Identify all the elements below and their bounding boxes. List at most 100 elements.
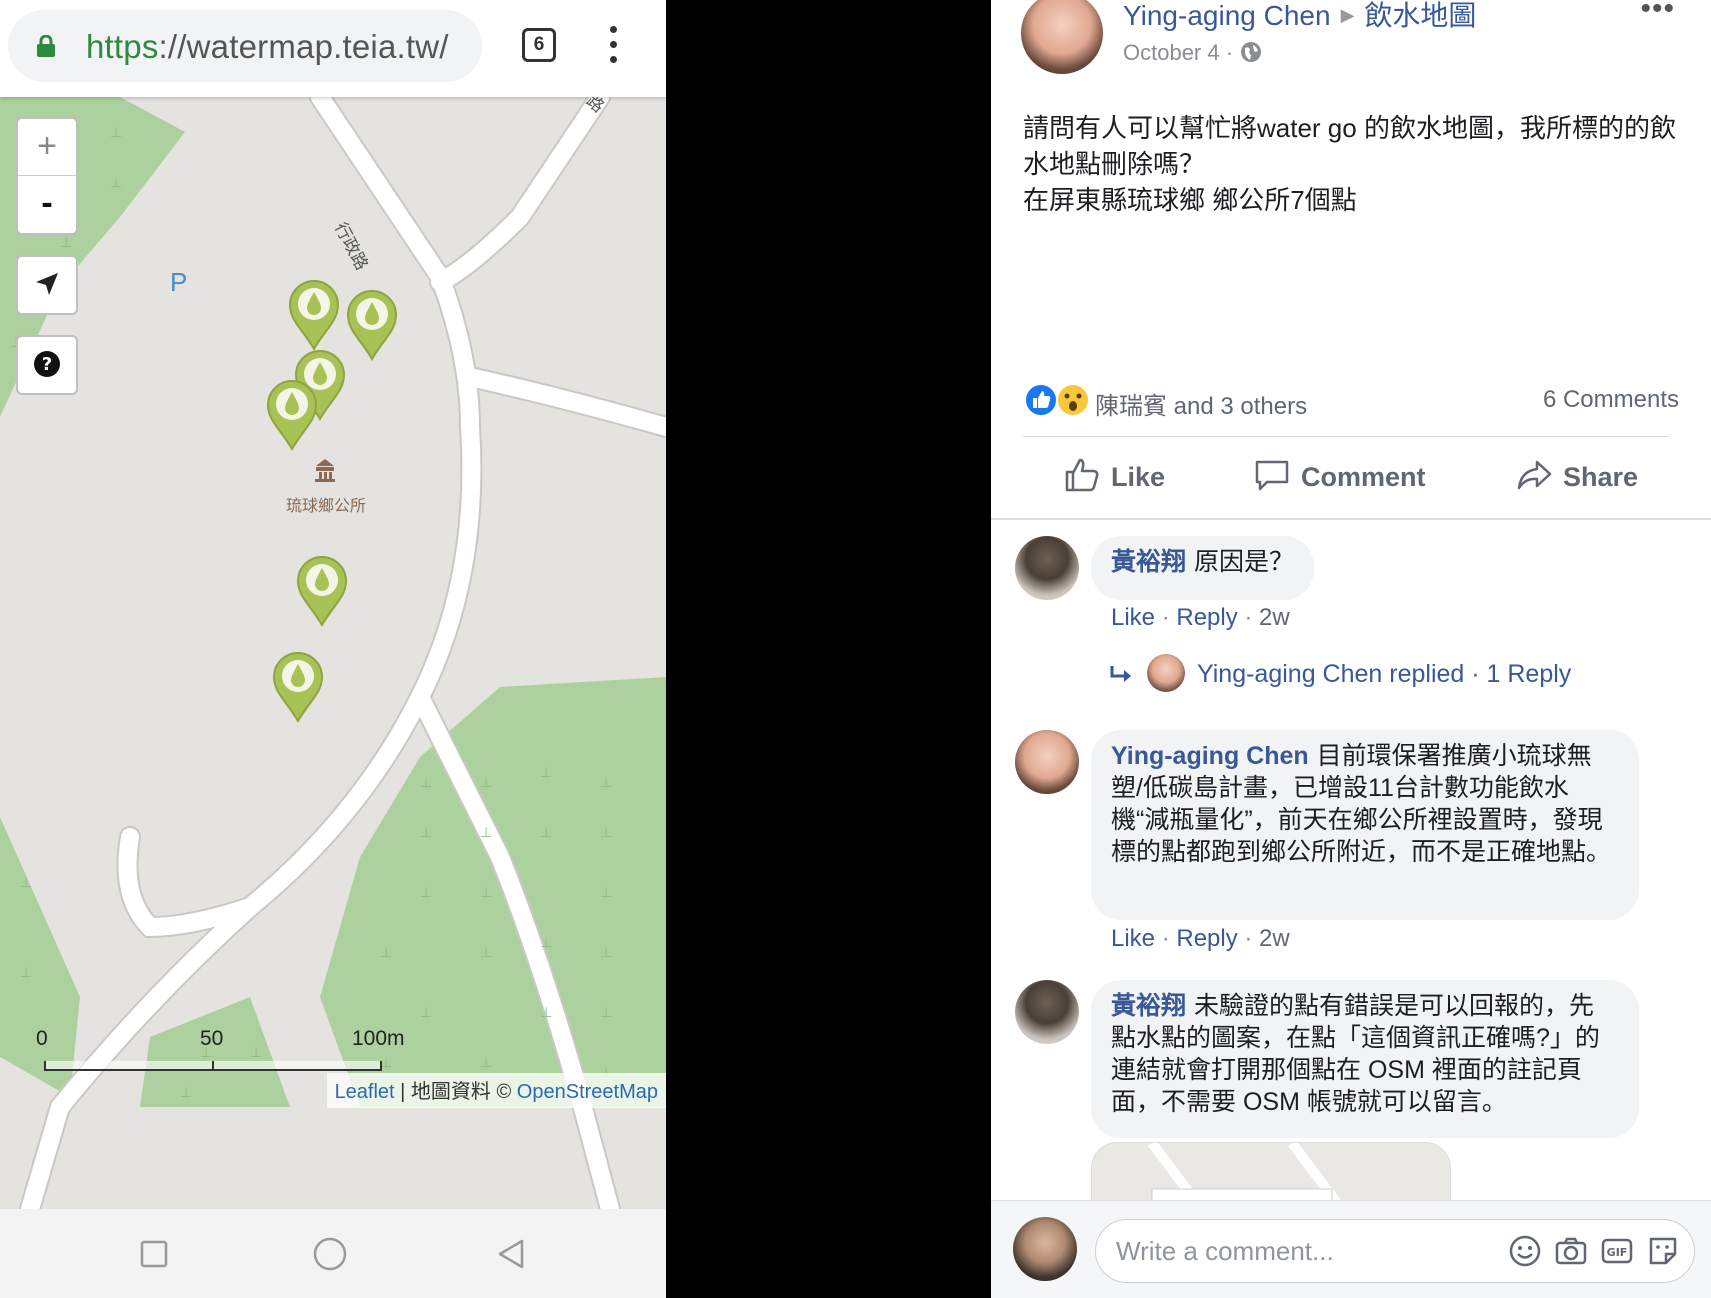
svg-text:⊥: ⊥ (540, 935, 552, 951)
comment-count[interactable]: 6 Comments (1543, 386, 1679, 414)
gif-icon[interactable]: GIF (1600, 1234, 1634, 1268)
commenter-avatar[interactable] (1015, 536, 1079, 600)
comment-button[interactable]: Comment (1253, 456, 1426, 500)
post-author: Ying-aging Chen ▶ 飲水地圖 (1123, 0, 1476, 34)
comment-input-box[interactable]: GIF (1095, 1219, 1695, 1283)
osm-link[interactable]: OpenStreetMap (517, 1081, 658, 1103)
caret-right-icon: ▶ (1340, 5, 1355, 25)
url-field[interactable]: https://watermap.teia.tw/ (8, 10, 482, 82)
emoji-icon[interactable] (1508, 1234, 1542, 1268)
svg-text:⊥: ⊥ (480, 1055, 492, 1071)
svg-text:⊥: ⊥ (180, 1085, 192, 1101)
svg-text:⊥: ⊥ (420, 825, 432, 841)
author-link[interactable]: Ying-aging Chen (1123, 0, 1331, 31)
commenter-avatar[interactable] (1015, 980, 1079, 1044)
svg-text:⊥: ⊥ (540, 1005, 552, 1021)
water-marker-icon[interactable] (264, 377, 320, 451)
svg-text:⊥: ⊥ (540, 765, 552, 781)
comment-meta: Like · Reply · 2w (1111, 925, 1290, 952)
replies-toggle[interactable]: Ying-aging Chen replied · 1 Reply (1109, 654, 1571, 692)
home-icon[interactable] (313, 1237, 347, 1271)
comment-time[interactable]: 2w (1259, 925, 1290, 952)
svg-text:⊥: ⊥ (420, 775, 432, 791)
location-arrow-icon (36, 273, 58, 295)
post-options-button[interactable]: ••• (1640, 0, 1675, 26)
group-link[interactable]: 飲水地圖 (1364, 0, 1476, 31)
water-marker-icon[interactable] (344, 287, 400, 361)
svg-text:⊥: ⊥ (380, 945, 392, 961)
commenter-avatar[interactable] (1015, 730, 1079, 794)
svg-text:⊥: ⊥ (600, 775, 612, 791)
commenter-name[interactable]: 黃裕翔 (1111, 992, 1186, 1020)
poi-label: 琉球鄉公所 (285, 498, 366, 515)
globe-icon (1241, 42, 1262, 62)
svg-text:GIF: GIF (1607, 1246, 1628, 1259)
share-arrow-icon (1517, 460, 1552, 490)
thumbs-up-icon (1065, 458, 1099, 492)
like-button[interactable]: Like (1063, 456, 1165, 500)
post-timestamp[interactable]: October 4 · (1123, 40, 1263, 66)
comment-like-link[interactable]: Like (1111, 925, 1155, 952)
commenter-name[interactable]: Ying-aging Chen (1111, 742, 1309, 770)
svg-text:⊥: ⊥ (110, 125, 122, 141)
comment-input[interactable] (1114, 1232, 1478, 1270)
reaction-names[interactable]: 陳瑞賓 and 3 others (1095, 386, 1307, 421)
comment-reply-link[interactable]: Reply (1176, 925, 1237, 952)
leaflet-link[interactable]: Leaflet (335, 1081, 395, 1103)
comment-bubble: Ying-aging Chen 目前環保署推廣小琉球無塑/低碳島計畫，已增設11台… (1091, 730, 1639, 920)
browser-menu-icon[interactable] (604, 26, 622, 66)
map-view[interactable]: ⊥⊥⊥ ⊥⊥⊥ ⊥⊥⊥ ⊥⊥⊥ ⊥⊥⊥ ⊥⊥⊥ ⊥⊥⊥ ⊥⊥⊥ ⊥⊥⊥ ⊥⊥⊥ … (0, 91, 666, 1209)
comment-bubble-icon (1255, 460, 1289, 491)
my-avatar (1013, 1217, 1077, 1281)
zoom-in-button[interactable]: + (18, 119, 76, 175)
android-nav-bar (0, 1209, 666, 1298)
author-avatar[interactable] (1021, 0, 1103, 74)
help-button[interactable]: ? (16, 335, 78, 395)
town-hall-icon (315, 459, 335, 482)
comment-bubble: 黃裕翔 原因是？ (1091, 536, 1315, 600)
svg-text:⊥: ⊥ (480, 775, 492, 791)
comment-bubble: 黃裕翔 未驗證的點有錯誤是可以回報的，先點水點的圖案，在點「這個資訊正確嗎?」的連… (1091, 980, 1639, 1138)
map-attribution: Leaflet | 地圖資料 © OpenStreetMap (326, 1073, 666, 1108)
sticker-icon[interactable] (1646, 1234, 1680, 1268)
phone-browser: https://watermap.teia.tw/ 6 ⊥ ⊥ ⊥ ⊥ ⊥ ⊥ … (0, 0, 666, 1298)
svg-text:⊥: ⊥ (600, 885, 612, 901)
comment-time[interactable]: 2w (1259, 604, 1290, 631)
svg-text:⊥: ⊥ (600, 1005, 612, 1021)
comment-meta: Like · Reply · 2w (1111, 604, 1290, 631)
post-body: 請問有人可以幫忙將water go 的飲水地圖，我所標的的飲水地點刪除嗎？ 在屏… (1023, 113, 1676, 215)
url-text: https://watermap.teia.tw/ (86, 28, 449, 65)
svg-text:⊥: ⊥ (540, 825, 552, 841)
comment-reply-link[interactable]: Reply (1176, 604, 1237, 631)
zoom-out-button[interactable]: - (18, 175, 76, 232)
facebook-post: Ying-aging Chen ▶ 飲水地圖 October 4 · ••• 請問有… (991, 0, 1711, 1298)
comment-text: 原因是？ (1194, 548, 1295, 576)
svg-text:⊥: ⊥ (60, 235, 72, 251)
share-button[interactable]: Share (1515, 456, 1638, 500)
locate-button[interactable] (16, 255, 78, 315)
comment-composer: GIF (991, 1200, 1711, 1298)
browser-address-bar: https://watermap.teia.tw/ 6 (0, 0, 666, 97)
back-icon[interactable] (494, 1237, 528, 1271)
water-marker-icon[interactable] (294, 553, 350, 627)
svg-text:⊥: ⊥ (20, 875, 32, 891)
svg-text:⊥: ⊥ (600, 945, 612, 961)
like-reaction-icon (1024, 383, 1058, 417)
zoom-control: + - (16, 117, 78, 235)
recents-icon[interactable] (137, 1237, 171, 1271)
svg-text:⊥: ⊥ (110, 175, 122, 191)
parking-label: P (170, 267, 188, 297)
lock-icon (37, 35, 55, 57)
commenter-name[interactable]: 黃裕翔 (1111, 548, 1186, 576)
svg-text:⊥: ⊥ (480, 885, 492, 901)
help-icon: ? (34, 351, 60, 377)
svg-text:⊥: ⊥ (480, 825, 492, 841)
comment-like-link[interactable]: Like (1111, 604, 1155, 631)
water-marker-icon[interactable] (286, 277, 342, 351)
camera-icon[interactable] (1554, 1234, 1588, 1268)
wow-reaction-icon (1056, 383, 1091, 417)
tab-switcher-button[interactable]: 6 (522, 28, 556, 62)
water-marker-icon[interactable] (270, 649, 326, 723)
reaction-icons[interactable] (1023, 382, 1091, 418)
svg-text:⊥: ⊥ (20, 965, 32, 981)
